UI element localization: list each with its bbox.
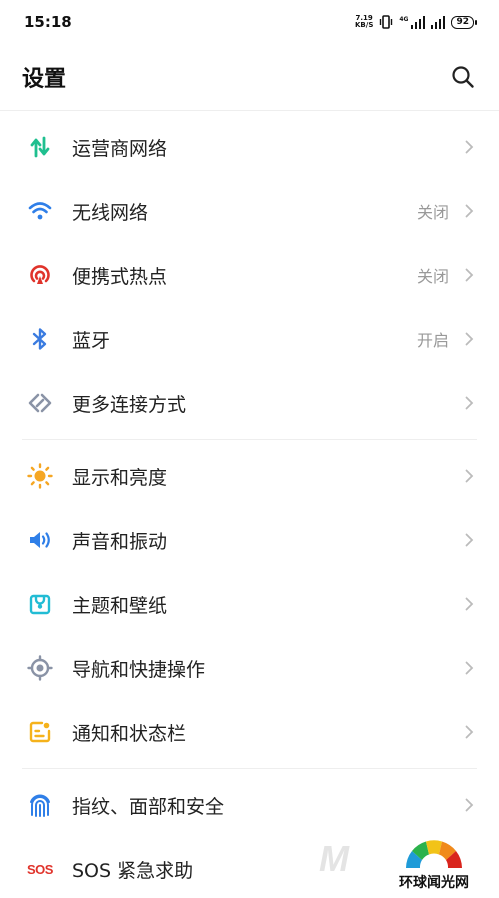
- sos-icon: SOS: [26, 855, 54, 883]
- settings-item-label: 通知和状态栏: [72, 722, 187, 745]
- watermark-logo: 环球闻光网: [399, 836, 469, 892]
- notification-icon: [26, 718, 54, 746]
- chevron-right-icon: [463, 395, 475, 411]
- settings-item-label: 主题和壁纸: [72, 594, 168, 617]
- navigation-icon: [26, 654, 54, 682]
- chevron-right-icon: [463, 596, 475, 612]
- fingerprint-icon: [26, 791, 54, 819]
- settings-item-navigation[interactable]: 导航和快捷操作: [0, 636, 499, 700]
- watermark-text: 环球闻光网: [399, 875, 469, 891]
- settings-item-bluetooth[interactable]: 蓝牙 开启: [0, 307, 499, 371]
- chevron-right-icon: [463, 331, 475, 347]
- settings-item-status: 开启: [416, 331, 449, 350]
- chevron-right-icon: [463, 532, 475, 548]
- settings-item-label: 运营商网络: [72, 137, 168, 160]
- settings-item-label: 显示和亮度: [72, 466, 168, 489]
- status-bar: 15:18 7.19 KB/S 4G 92: [0, 0, 499, 44]
- chevron-right-icon: [463, 267, 475, 283]
- settings-item-fingerprint-security[interactable]: 指纹、面部和安全: [0, 773, 499, 837]
- settings-item-hotspot[interactable]: 便携式热点 关闭: [0, 243, 499, 307]
- settings-item-more-connections[interactable]: 更多连接方式: [0, 371, 499, 435]
- connection-icon: [26, 389, 54, 417]
- section-personalization: 显示和亮度 声音和振动 主题和壁纸 导航和快捷操作 通知和状态栏: [0, 440, 499, 768]
- sos-icon-text: SOS: [27, 861, 53, 877]
- battery-level: 92: [451, 15, 474, 29]
- settings-item-notification[interactable]: 通知和状态栏: [0, 700, 499, 764]
- rainbow-logo-icon: [406, 840, 462, 869]
- chevron-right-icon: [463, 797, 475, 813]
- signal-type-label: 4G: [399, 15, 409, 23]
- chevron-right-icon: [463, 660, 475, 676]
- chevron-right-icon: [463, 724, 475, 740]
- settings-item-sound[interactable]: 声音和振动: [0, 508, 499, 572]
- battery-icon: 92: [451, 15, 477, 29]
- hotspot-icon: [26, 261, 54, 289]
- settings-item-label: 指纹、面部和安全: [72, 795, 225, 818]
- page-title: 设置: [22, 67, 67, 92]
- theme-icon: [26, 590, 54, 618]
- settings-item-label: 便携式热点: [72, 265, 168, 288]
- mobile-data-icon: [26, 133, 54, 161]
- network-speed: 7.19 KB/S: [355, 15, 373, 29]
- vibrate-icon: [380, 15, 393, 29]
- title-bar: 设置: [0, 44, 499, 110]
- watermark-letter: M: [319, 838, 349, 879]
- status-icons: 7.19 KB/S 4G 92: [355, 15, 477, 29]
- chevron-right-icon: [463, 468, 475, 484]
- settings-item-status: 关闭: [416, 267, 449, 286]
- network-speed-unit: KB/S: [355, 21, 374, 29]
- settings-item-carrier-network[interactable]: 运营商网络: [0, 115, 499, 179]
- signal-icon-sim2: [431, 15, 446, 29]
- brightness-icon: [26, 462, 54, 490]
- chevron-right-icon: [463, 139, 475, 155]
- bluetooth-icon: [26, 325, 54, 353]
- settings-item-label: 无线网络: [72, 201, 149, 224]
- settings-item-label: 声音和振动: [72, 530, 168, 553]
- settings-item-wifi[interactable]: 无线网络 关闭: [0, 179, 499, 243]
- search-icon[interactable]: [451, 65, 475, 89]
- settings-item-status: 关闭: [416, 203, 449, 222]
- settings-item-label: 更多连接方式: [72, 393, 187, 416]
- wifi-icon: [26, 197, 54, 225]
- section-connectivity: 运营商网络 无线网络 关闭 便携式热点 关闭 蓝牙 开启 更多连接方式: [0, 111, 499, 439]
- status-time: 15:18: [24, 13, 72, 31]
- chevron-right-icon: [463, 203, 475, 219]
- settings-item-theme[interactable]: 主题和壁纸: [0, 572, 499, 636]
- settings-item-label: 蓝牙: [72, 329, 111, 352]
- settings-item-display[interactable]: 显示和亮度: [0, 444, 499, 508]
- signal-icon-sim1: 4G: [399, 15, 426, 29]
- settings-item-label: 导航和快捷操作: [72, 658, 206, 681]
- sound-icon: [26, 526, 54, 554]
